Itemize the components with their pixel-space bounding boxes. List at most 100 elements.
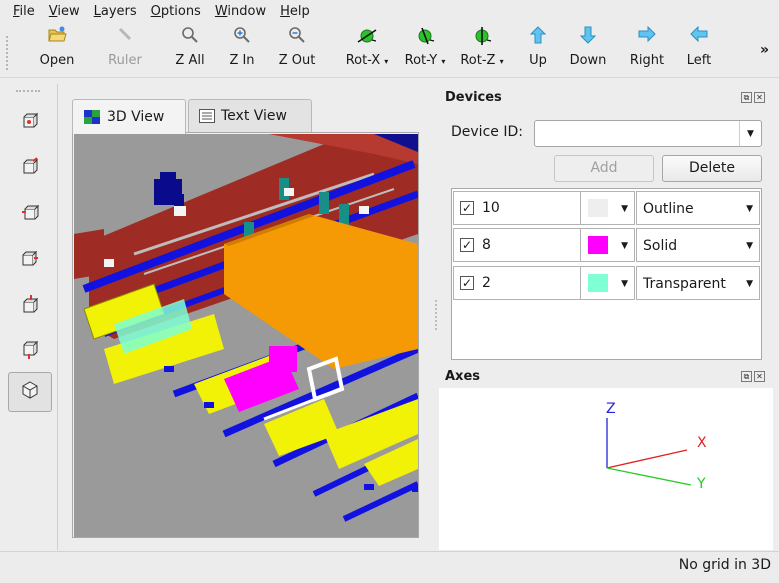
view-front-button[interactable] — [8, 102, 52, 142]
view-toolbar — [0, 84, 58, 550]
chevron-down-icon: ▼ — [746, 204, 753, 214]
close-icon[interactable]: ✕ — [754, 371, 765, 382]
toolbar-overflow-button[interactable]: » — [760, 42, 769, 58]
device-mode-select[interactable]: Outline ▼ — [636, 191, 760, 225]
view-top-button[interactable] — [8, 286, 52, 326]
menu-help[interactable]: Help — [273, 4, 317, 19]
device-list: ✓ 10 ▼ Outline ▼ ✓ 8 ▼ Solid ▼ ✓ 2 ▼ Tra… — [451, 188, 762, 360]
right-button[interactable]: Right — [620, 25, 674, 76]
toolbar-grip[interactable] — [6, 36, 9, 70]
axis-y-label: Y — [696, 476, 706, 492]
zoom-out-button[interactable]: Z Out — [270, 26, 324, 76]
cube-bottom-icon — [21, 340, 39, 363]
zoom-all-icon — [163, 26, 217, 52]
rotate-y-dropdown-icon[interactable]: ▾ — [441, 57, 445, 66]
menu-layers[interactable]: Layers — [87, 4, 144, 19]
left-button[interactable]: Left — [672, 25, 726, 76]
cube-left-icon — [21, 203, 40, 225]
axes-dock-title: Axes — [445, 369, 481, 384]
cube-iso-icon — [21, 380, 39, 404]
color-swatch — [588, 199, 608, 217]
device-id-label: Device ID: — [451, 124, 523, 140]
axis-z-label: Z — [606, 401, 616, 417]
rotate-x-button[interactable]: Rot-X ▾ — [340, 26, 394, 76]
device-visible-checkbox[interactable]: ✓ — [460, 201, 474, 215]
chevron-down-icon: ▼ — [621, 204, 628, 214]
device-id-cell: ✓ 10 — [453, 191, 581, 225]
menu-options[interactable]: Options — [144, 4, 208, 19]
device-color-picker[interactable]: ▼ — [580, 228, 635, 262]
tab-3d-view[interactable]: 3D View — [72, 99, 186, 134]
open-button[interactable]: Open — [30, 26, 84, 76]
3d-scene[interactable] — [74, 134, 418, 537]
arrow-left-icon — [672, 25, 726, 52]
view-iso-button[interactable] — [8, 372, 52, 412]
menu-file[interactable]: File — [6, 4, 42, 19]
3d-viewport[interactable] — [72, 132, 419, 538]
view-left-button[interactable] — [8, 194, 52, 234]
delete-button[interactable]: Delete — [662, 155, 762, 182]
cube-top-icon — [21, 295, 39, 317]
device-mode-select[interactable]: Transparent ▼ — [636, 266, 760, 300]
menu-window[interactable]: Window — [208, 4, 273, 19]
rotate-z-button[interactable]: Rot-Z ▾ — [455, 26, 509, 76]
view-back-button[interactable] — [8, 148, 52, 188]
cube-front-icon — [21, 111, 39, 133]
float-icon[interactable]: ⧉ — [741, 371, 752, 382]
close-icon[interactable]: ✕ — [754, 92, 765, 103]
axes-gizmo: Z X Y — [606, 401, 707, 492]
arrow-up-icon — [511, 26, 565, 52]
menubar: File View Layers Options Window Help — [0, 0, 779, 22]
device-mode-select[interactable]: Solid ▼ — [636, 228, 760, 262]
axis-x-label: X — [697, 435, 707, 451]
chevron-down-icon: ▼ — [746, 279, 753, 289]
chevron-down-icon: ▼ — [621, 279, 628, 289]
device-id-text: 10 — [482, 200, 500, 216]
device-id-combo[interactable]: ▼ — [534, 120, 762, 147]
vtoolbar-grip[interactable] — [16, 90, 40, 92]
view-right-button[interactable] — [8, 240, 52, 280]
3d-view-icon — [83, 109, 101, 125]
axes-dock-controls: ⧉ ✕ — [741, 371, 765, 382]
zoom-all-button[interactable]: Z All — [163, 26, 217, 76]
chevron-down-icon: ▼ — [621, 241, 628, 251]
device-color-picker[interactable]: ▼ — [580, 191, 635, 225]
device-row: ✓ 10 ▼ Outline ▼ — [452, 189, 761, 227]
rotate-x-dropdown-icon[interactable]: ▾ — [384, 57, 388, 66]
down-button[interactable]: Down — [561, 26, 615, 76]
cube-back-icon — [21, 157, 39, 179]
axes-widget: Z X Y — [439, 388, 773, 550]
menu-view[interactable]: View — [42, 4, 87, 19]
float-icon[interactable]: ⧉ — [741, 92, 752, 103]
rotate-z-icon — [455, 26, 509, 52]
rotate-y-button[interactable]: Rot-Y ▾ — [398, 26, 452, 76]
rotate-z-dropdown-icon[interactable]: ▾ — [500, 57, 504, 66]
ruler-icon — [98, 26, 152, 52]
device-id-text: 2 — [482, 275, 491, 291]
devices-dock-controls: ⧉ ✕ — [741, 92, 765, 103]
zoom-out-icon — [270, 26, 324, 52]
status-bar: No grid in 3D — [0, 551, 779, 583]
device-visible-checkbox[interactable]: ✓ — [460, 238, 474, 252]
chevron-down-icon[interactable]: ▼ — [739, 121, 761, 146]
device-id-cell: ✓ 8 — [453, 228, 581, 262]
chevron-down-icon: ▼ — [746, 241, 753, 251]
rotate-y-icon — [398, 26, 452, 52]
ruler-button[interactable]: Ruler — [98, 26, 152, 76]
status-message: No grid in 3D — [678, 557, 771, 573]
view-bottom-button[interactable] — [8, 332, 52, 372]
zoom-in-icon — [215, 26, 269, 52]
text-view-icon — [199, 109, 215, 123]
device-color-picker[interactable]: ▼ — [580, 266, 635, 300]
add-button[interactable]: Add — [554, 155, 654, 182]
color-swatch — [588, 236, 608, 254]
device-visible-checkbox[interactable]: ✓ — [460, 276, 474, 290]
up-button[interactable]: Up — [511, 26, 565, 76]
folder-open-icon — [30, 26, 84, 52]
splitter-handle[interactable] — [435, 300, 437, 330]
tab-text-view[interactable]: Text View — [188, 99, 312, 132]
arrow-right-icon — [620, 25, 674, 52]
main-toolbar: Open Ruler Z All Z In Z Out Rot-X ▾ Rot-… — [0, 22, 779, 78]
zoom-in-button[interactable]: Z In — [215, 26, 269, 76]
arrow-down-icon — [561, 26, 615, 52]
